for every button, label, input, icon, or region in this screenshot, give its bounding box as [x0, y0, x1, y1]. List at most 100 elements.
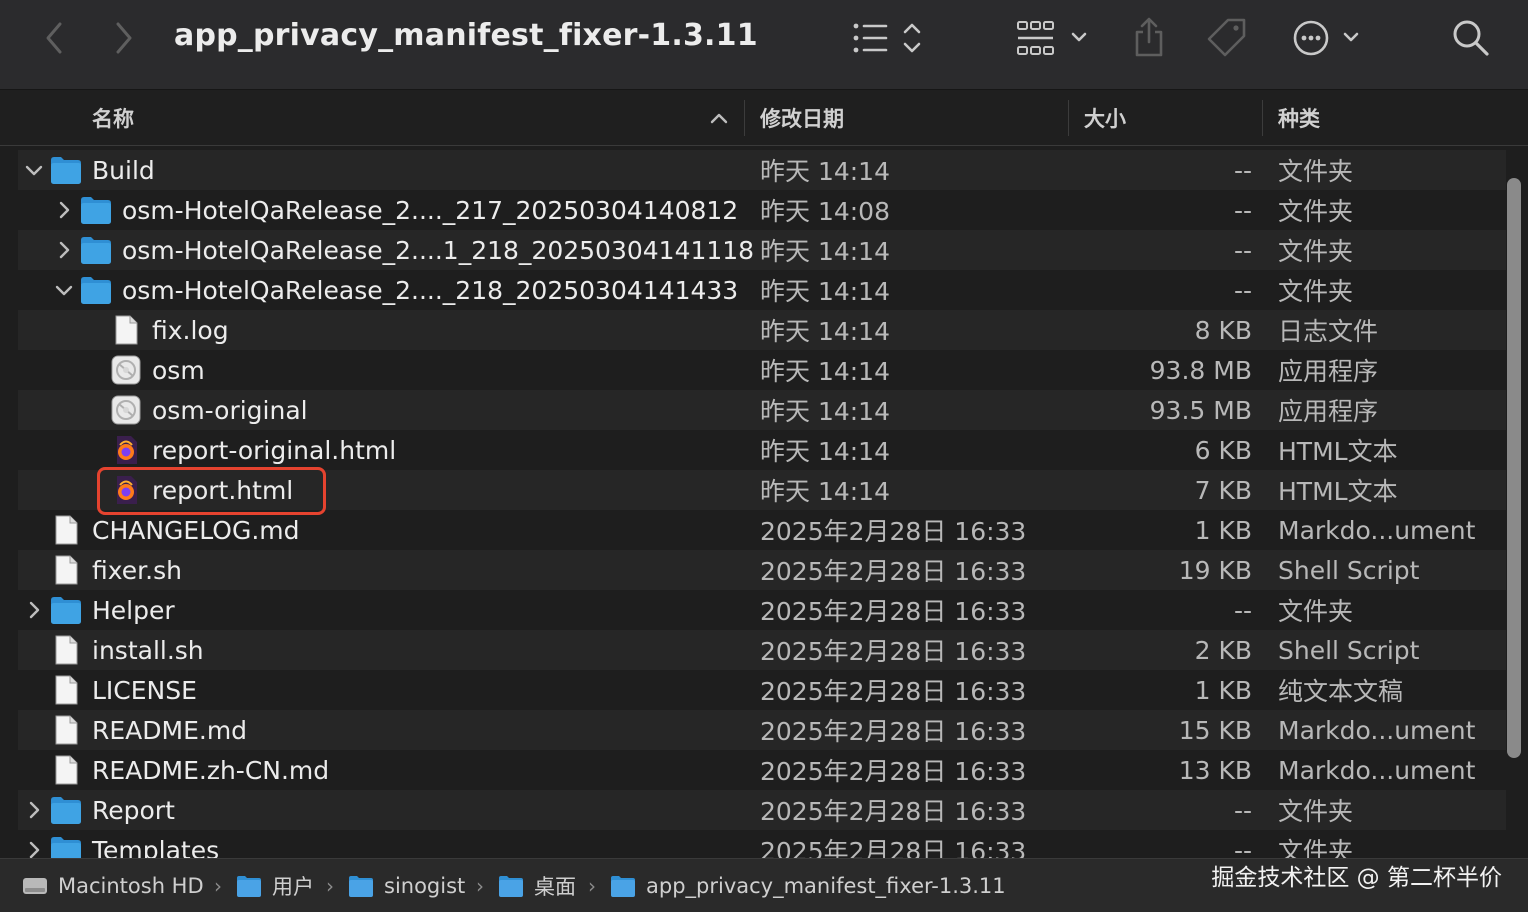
column-modified-header[interactable]: 修改日期: [760, 90, 844, 146]
column-name-header[interactable]: 名称: [92, 90, 134, 146]
modified-date: 昨天 14:14: [760, 237, 890, 266]
document-icon: [50, 555, 82, 585]
search-button[interactable]: [1446, 14, 1496, 62]
folder-icon: [610, 874, 636, 898]
hard-drive-icon: [22, 874, 48, 898]
column-kind-header[interactable]: 种类: [1278, 90, 1320, 146]
list-icon: [853, 23, 921, 53]
chevron-right-icon[interactable]: [52, 238, 76, 262]
modified-date: 昨天 14:14: [760, 477, 890, 506]
app-icon: [110, 395, 142, 425]
back-button[interactable]: [34, 16, 74, 60]
share-button[interactable]: [1126, 12, 1172, 62]
chevron-right-icon[interactable]: [52, 198, 76, 222]
table-row[interactable]: LICENSE 2025年2月28日 16:33 1 KB 纯文本文稿: [18, 670, 1506, 710]
tag-button[interactable]: [1202, 12, 1252, 62]
file-kind: 日志文件: [1278, 317, 1379, 346]
modified-date: 2025年2月28日 16:33: [760, 637, 1027, 666]
file-size: 93.8 MB: [1149, 355, 1252, 385]
modified-date: 昨天 14:14: [760, 317, 890, 346]
chevron-down-icon[interactable]: [52, 278, 76, 302]
file-kind: 应用程序: [1278, 357, 1379, 386]
table-row[interactable]: Report 2025年2月28日 16:33 -- 文件夹: [18, 790, 1506, 830]
breadcrumb-item[interactable]: app_privacy_manifest_fixer-1.3.11: [646, 859, 1006, 912]
file-kind: Markdo...ument: [1278, 515, 1476, 545]
column-divider[interactable]: [1068, 100, 1069, 136]
table-row[interactable]: osm-original 昨天 14:14 93.5 MB 应用程序: [18, 390, 1506, 430]
list-view-button[interactable]: [848, 14, 932, 62]
table-row[interactable]: CHANGELOG.md 2025年2月28日 16:33 1 KB Markdo..…: [18, 510, 1506, 550]
file-name: osm-HotelQaRelease_2...._217_20250304140…: [122, 195, 739, 225]
forward-button[interactable]: [104, 16, 144, 60]
more-actions-button[interactable]: [1288, 14, 1368, 62]
users-folder-icon: [236, 874, 262, 898]
table-row[interactable]: fix.log 昨天 14:14 8 KB 日志文件: [18, 310, 1506, 350]
html-file-icon: [110, 435, 142, 465]
file-size: 19 KB: [1178, 555, 1252, 585]
modified-date: 2025年2月28日 16:33: [760, 677, 1027, 706]
file-kind: Shell Script: [1278, 635, 1420, 665]
column-divider[interactable]: [744, 100, 745, 136]
table-row[interactable]: install.sh 2025年2月28日 16:33 2 KB Shell Scri…: [18, 630, 1506, 670]
modified-date: 昨天 14:14: [760, 277, 890, 306]
table-row[interactable]: Build 昨天 14:14 -- 文件夹: [18, 150, 1506, 190]
breadcrumb-item[interactable]: Macintosh HD: [58, 859, 204, 912]
file-kind: 纯文本文稿: [1278, 677, 1404, 706]
table-row[interactable]: README.md 2025年2月28日 16:33 15 KB Markdo...u…: [18, 710, 1506, 750]
breadcrumb-item[interactable]: 桌面: [534, 859, 576, 912]
breadcrumb-item[interactable]: sinogist: [384, 859, 465, 912]
file-kind: HTML文本: [1278, 437, 1398, 466]
file-name: install.sh: [92, 635, 204, 665]
column-divider[interactable]: [1262, 100, 1263, 136]
file-kind: 文件夹: [1278, 597, 1354, 626]
file-name: README.zh-CN.md: [92, 755, 330, 785]
file-name: Templates: [92, 835, 220, 859]
breadcrumb-item[interactable]: 用户: [272, 859, 314, 912]
document-icon: [50, 675, 82, 705]
file-kind: 文件夹: [1278, 237, 1354, 266]
app-icon: [110, 355, 142, 385]
file-kind: 文件夹: [1278, 157, 1354, 186]
column-size-header[interactable]: 大小: [1084, 90, 1126, 146]
folder-icon: [50, 835, 82, 858]
file-size: 15 KB: [1178, 715, 1252, 745]
grid-icon: [1017, 21, 1087, 55]
table-row[interactable]: osm 昨天 14:14 93.8 MB 应用程序: [18, 350, 1506, 390]
breadcrumb-separator-icon: ›: [214, 874, 222, 898]
table-row[interactable]: README.zh-CN.md 2025年2月28日 16:33 13 KB Mark…: [18, 750, 1506, 790]
highlight-annotation-box: [97, 467, 326, 515]
table-row[interactable]: osm-HotelQaRelease_2...._217_20250304140…: [18, 190, 1506, 230]
table-row[interactable]: fixer.sh 2025年2月28日 16:33 19 KB Shell Scrip…: [18, 550, 1506, 590]
file-size: 8 KB: [1194, 315, 1252, 345]
file-name: report-original.html: [152, 435, 397, 465]
table-row[interactable]: Helper 2025年2月28日 16:33 -- 文件夹: [18, 590, 1506, 630]
file-name: README.md: [92, 715, 248, 745]
modified-date: 昨天 14:14: [760, 157, 890, 186]
file-name: osm-HotelQaRelease_2...._218_20250304141…: [122, 275, 739, 305]
group-view-button[interactable]: [1012, 14, 1096, 62]
table-row[interactable]: report-original.html 昨天 14:14 6 KB HTML文本: [18, 430, 1506, 470]
file-size: 1 KB: [1194, 675, 1252, 705]
file-size: 1 KB: [1194, 515, 1252, 545]
file-name: Helper: [92, 595, 175, 625]
folder-icon: [50, 595, 82, 625]
file-name: Build: [92, 155, 155, 185]
modified-date: 昨天 14:14: [760, 437, 890, 466]
chevron-down-icon[interactable]: [22, 158, 46, 182]
chevron-right-icon[interactable]: [22, 598, 46, 622]
table-row[interactable]: Templates 2025年2月28日 16:33 -- 文件夹: [18, 830, 1506, 858]
window-title: app_privacy_manifest_fixer-1.3.11: [174, 18, 758, 53]
chevron-right-icon[interactable]: [22, 798, 46, 822]
modified-date: 昨天 14:14: [760, 357, 890, 386]
file-name: fix.log: [152, 315, 229, 345]
chevron-right-icon[interactable]: [22, 838, 46, 858]
sort-ascending-icon[interactable]: [708, 108, 730, 128]
file-kind: 文件夹: [1278, 837, 1354, 858]
modified-date: 2025年2月28日 16:33: [760, 517, 1027, 546]
scrollbar-thumb[interactable]: [1507, 178, 1521, 758]
file-size: --: [1233, 235, 1252, 265]
table-row[interactable]: osm-HotelQaRelease_2...._218_20250304141…: [18, 270, 1506, 310]
table-row[interactable]: osm-HotelQaRelease_2....1_218_2025030414…: [18, 230, 1506, 270]
search-icon: [1453, 20, 1489, 56]
file-size: 6 KB: [1194, 435, 1252, 465]
